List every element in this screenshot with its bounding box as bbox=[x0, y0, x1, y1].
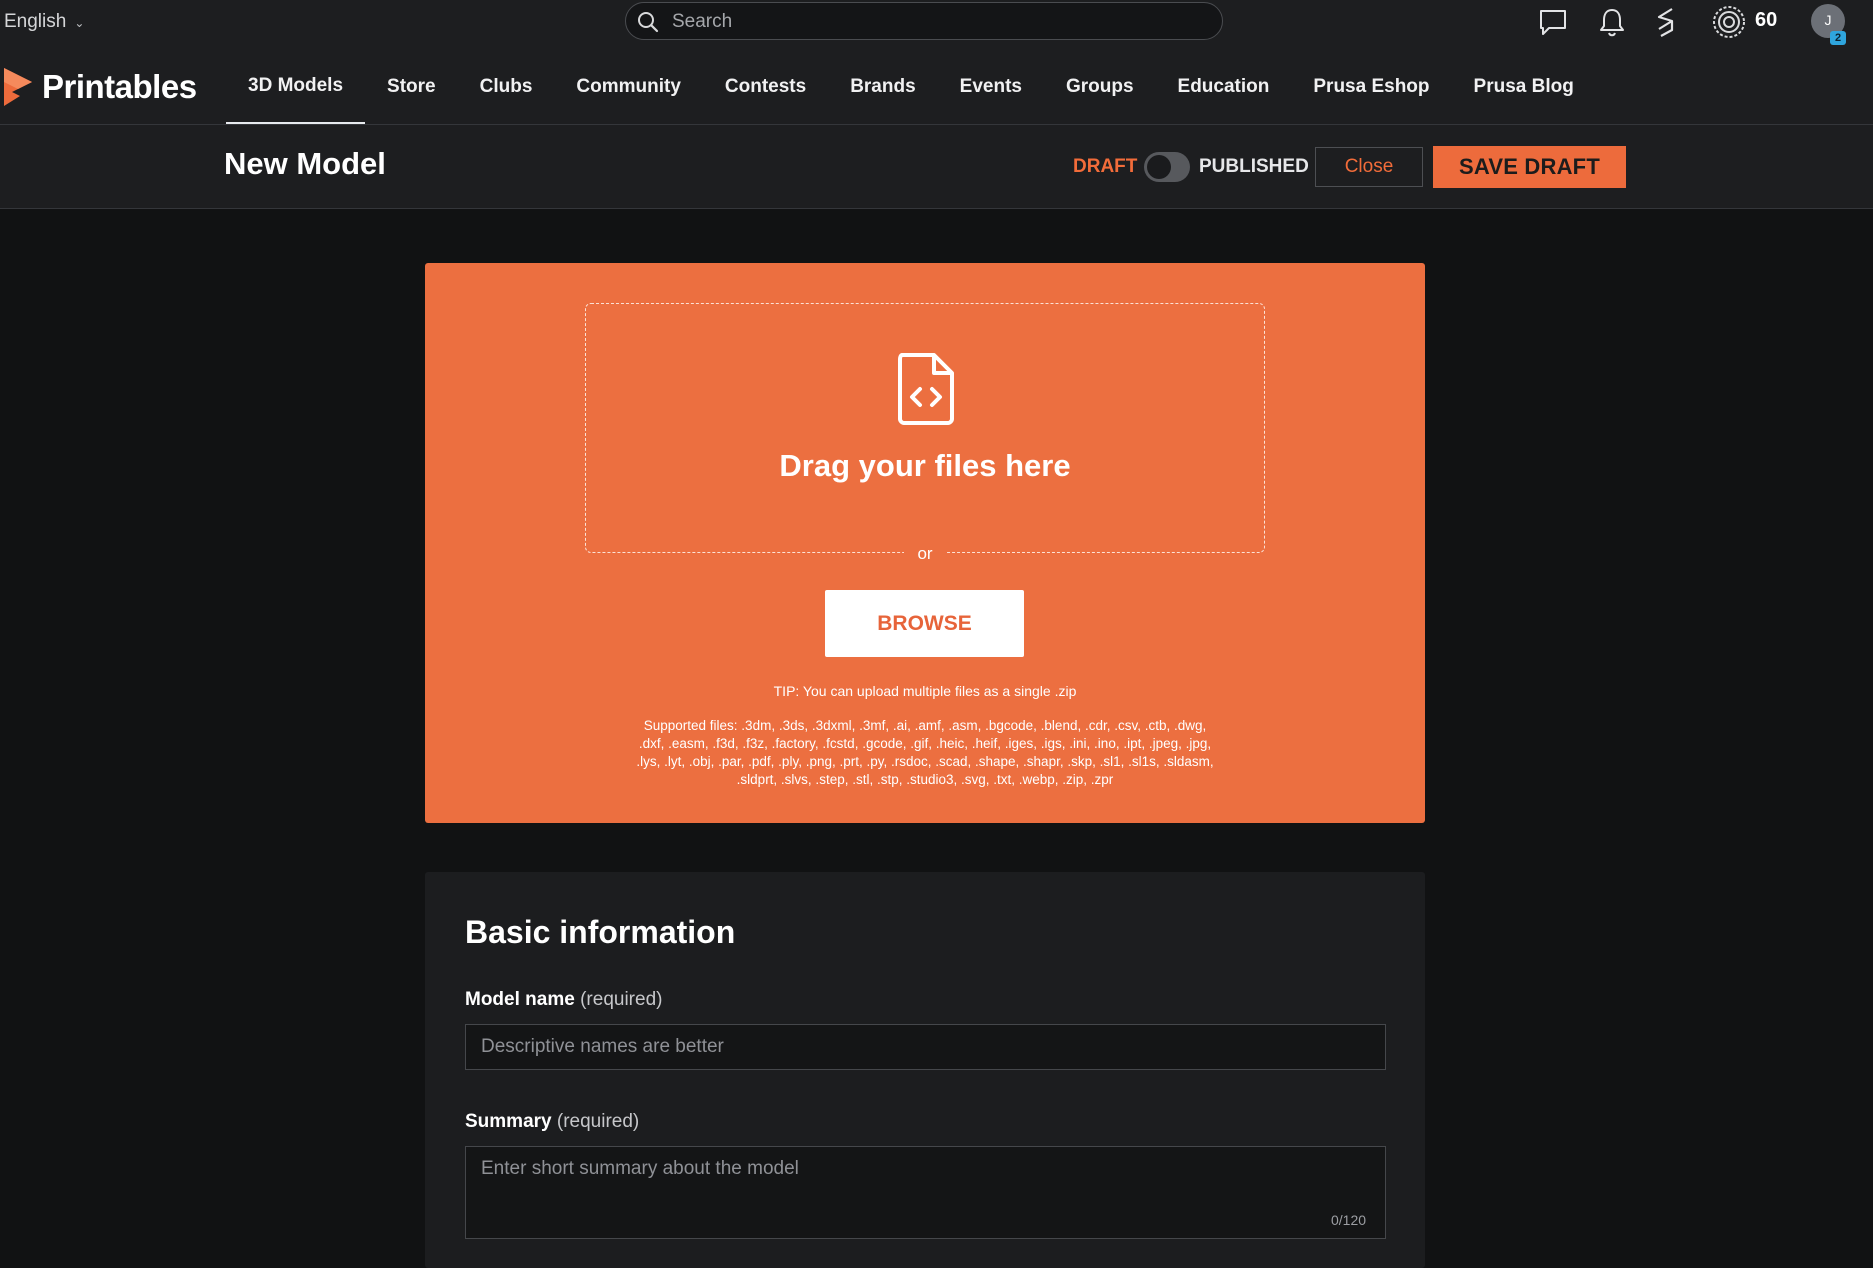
code-file-icon bbox=[898, 353, 954, 425]
save-draft-button[interactable]: SAVE DRAFT bbox=[1433, 146, 1626, 188]
supported-files-text: Supported files: .3dm, .3ds, .3dxml, .3m… bbox=[636, 718, 1214, 787]
file-upload-panel: Drag your files here or BROWSE TIP: You … bbox=[425, 263, 1425, 823]
avatar-initial: J bbox=[1824, 12, 1832, 28]
avatar[interactable]: J 2 bbox=[1811, 4, 1846, 45]
nav-item-education[interactable]: Education bbox=[1156, 50, 1292, 124]
nav-item-prusa-eshop[interactable]: Prusa Eshop bbox=[1291, 50, 1451, 124]
chevron-down-icon: ⌄ bbox=[74, 16, 85, 30]
upload-tip: TIP: You can upload multiple files as a … bbox=[773, 683, 1077, 699]
section-title: Basic information bbox=[465, 914, 736, 950]
main-nav-bar: Printables 3D Models Store Clubs Communi… bbox=[0, 50, 1873, 125]
or-separator: or bbox=[904, 544, 946, 564]
close-button[interactable]: Close bbox=[1315, 147, 1423, 187]
summary-label-text: Summary bbox=[465, 1111, 552, 1132]
language-selector[interactable]: English ⌄ bbox=[4, 11, 84, 33]
nav-item-contests[interactable]: Contests bbox=[703, 50, 828, 124]
summary-char-counter: 0/120 bbox=[1331, 1212, 1367, 1228]
notifications-bell-icon[interactable] bbox=[1594, 4, 1630, 40]
published-label: PUBLISHED bbox=[1199, 156, 1309, 177]
printables-logo[interactable]: Printables bbox=[2, 66, 197, 108]
search-bar[interactable] bbox=[625, 2, 1223, 40]
nav-item-groups[interactable]: Groups bbox=[1044, 50, 1156, 124]
file-dropzone[interactable]: Drag your files here bbox=[585, 303, 1265, 553]
model-name-input[interactable] bbox=[465, 1024, 1386, 1070]
nav-item-3d-models[interactable]: 3D Models bbox=[226, 50, 366, 124]
summary-input[interactable] bbox=[465, 1146, 1386, 1239]
nav-menu: 3D Models Store Clubs Community Contests… bbox=[226, 50, 1596, 124]
nav-item-store[interactable]: Store bbox=[365, 50, 458, 124]
basic-information-card: Basic information Model name (required) … bbox=[425, 872, 1425, 1268]
top-bar: English ⌄ Search 60 J 2 bbox=[0, 0, 1873, 50]
search-input[interactable] bbox=[670, 7, 1214, 37]
drag-files-text: Drag your files here bbox=[779, 448, 1071, 483]
publish-toggle[interactable] bbox=[1144, 152, 1190, 182]
summary-label: Summary (required) bbox=[465, 1111, 639, 1133]
brand-name: Printables bbox=[42, 68, 197, 105]
browse-button[interactable]: BROWSE bbox=[825, 590, 1024, 657]
draft-label: DRAFT bbox=[1073, 156, 1138, 177]
model-name-label-text: Model name bbox=[465, 989, 575, 1010]
language-label: English bbox=[4, 11, 67, 32]
nav-item-events[interactable]: Events bbox=[938, 50, 1044, 124]
nav-item-prusa-blog[interactable]: Prusa Blog bbox=[1452, 50, 1596, 124]
points-count: 60 bbox=[1755, 9, 1778, 31]
summary-required: (required) bbox=[556, 1111, 640, 1132]
search-icon bbox=[638, 12, 659, 33]
model-name-required: (required) bbox=[580, 989, 663, 1010]
page-title: New Model bbox=[224, 146, 386, 181]
page-header: New Model DRAFT PUBLISHED Close SAVE DRA… bbox=[0, 125, 1873, 209]
printables-logo-icon bbox=[4, 68, 32, 106]
points-badge-icon[interactable] bbox=[1711, 4, 1747, 40]
nav-item-brands[interactable]: Brands bbox=[828, 50, 937, 124]
model-name-label: Model name (required) bbox=[465, 989, 662, 1011]
nav-item-clubs[interactable]: Clubs bbox=[458, 50, 555, 124]
level-badge: 2 bbox=[1830, 31, 1846, 45]
nav-item-community[interactable]: Community bbox=[554, 50, 703, 124]
toggle-knob bbox=[1147, 155, 1171, 179]
prusameters-icon[interactable] bbox=[1648, 4, 1684, 40]
messages-icon[interactable] bbox=[1535, 4, 1571, 40]
